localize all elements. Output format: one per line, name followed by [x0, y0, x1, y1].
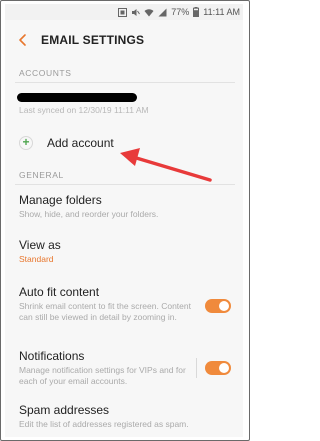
general-section-label: GENERAL: [19, 170, 64, 180]
wifi-icon: [144, 8, 154, 16]
view-as-title: View as: [19, 238, 61, 252]
spam-addresses-subtitle: Edit the list of addresses registered as…: [19, 419, 189, 429]
battery-icon: [193, 7, 200, 17]
manage-folders-subtitle: Show, hide, and reorder your folders.: [19, 209, 159, 219]
toggle-knob: [219, 301, 229, 311]
auto-fit-title: Auto fit content: [19, 285, 100, 299]
view-as-value: Standard: [19, 254, 54, 264]
toggle-knob: [219, 363, 229, 373]
phone-screen: 77% 11:11 AM EMAIL SETTINGS ACCOUNTS Las…: [5, 4, 243, 437]
auto-fit-toggle[interactable]: [205, 299, 231, 313]
plus-icon: +: [19, 136, 33, 150]
status-icons: 77% 11:11 AM: [118, 7, 240, 17]
signal-icon: [158, 8, 167, 16]
status-bar: 77% 11:11 AM: [5, 4, 243, 20]
notifications-title: Notifications: [19, 349, 85, 363]
last-synced-text: Last synced on 12/30/19 11:11 AM: [19, 105, 149, 115]
battery-percent: 77%: [171, 7, 190, 17]
auto-fit-subtitle: Shrink email content to fit the screen. …: [19, 301, 191, 322]
add-account-label: Add account: [47, 136, 114, 150]
toggle-divider: [196, 358, 197, 378]
notifications-toggle[interactable]: [205, 361, 231, 375]
section-divider: [15, 82, 235, 83]
mute-icon: [132, 8, 141, 16]
page-title: EMAIL SETTINGS: [41, 33, 145, 47]
accounts-section-label: ACCOUNTS: [19, 68, 72, 78]
redacted-account-email[interactable]: [17, 93, 137, 102]
clock: 11:11 AM: [203, 7, 240, 17]
notifications-subtitle: Manage notification settings for VIPs an…: [19, 365, 186, 386]
section-divider: [15, 184, 235, 185]
back-arrow-icon[interactable]: [15, 32, 31, 48]
manage-folders-title: Manage folders: [19, 193, 102, 207]
add-account-button[interactable]: + Add account: [15, 134, 235, 156]
app-bar: EMAIL SETTINGS: [5, 20, 243, 62]
spam-addresses-title: Spam addresses: [19, 403, 110, 417]
screenshot-icon: [118, 7, 128, 17]
